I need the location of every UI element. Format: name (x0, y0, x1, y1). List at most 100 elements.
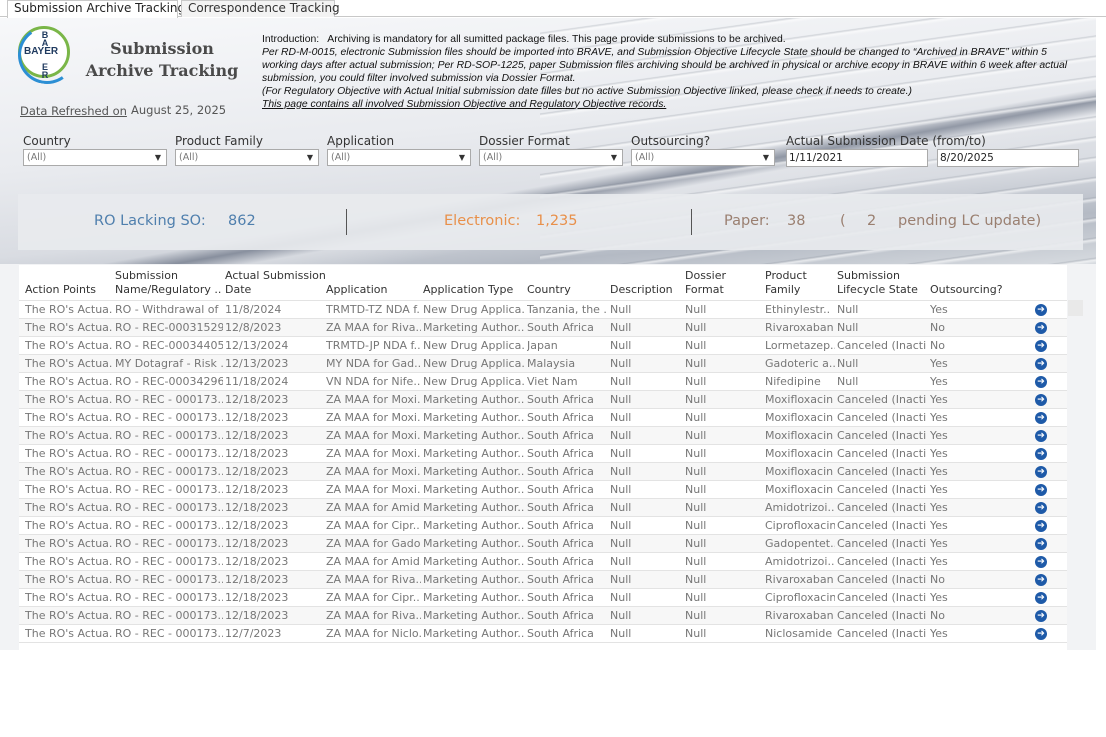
submission-table: Action Points Submission Name/Regulatory .… (19, 265, 1067, 650)
arrow-circle-right-icon[interactable]: ➔ (1035, 538, 1047, 550)
column-header-line1: Submission (837, 269, 900, 282)
table-row[interactable]: The RO's Actua.. RO - REC - 000173.. 12/7/… (19, 625, 1067, 643)
column-header-actual-submission-date[interactable]: Actual Submission Date (225, 269, 326, 297)
arrow-circle-right-icon[interactable]: ➔ (1035, 466, 1047, 478)
column-header-application[interactable]: Application (326, 269, 387, 297)
cell-country: South Africa (527, 591, 594, 604)
arrow-circle-right-icon[interactable]: ➔ (1035, 502, 1047, 514)
column-header-outsourcing[interactable]: Outsourcing? (930, 269, 1003, 297)
arrow-circle-right-icon[interactable]: ➔ (1035, 376, 1047, 388)
table-row[interactable]: The RO's Actua.. RO - REC - 000173.. 12/18… (19, 589, 1067, 607)
cell-submission-name: RO - REC - 000173.. (115, 393, 223, 406)
column-header-application-type[interactable]: Application Type (423, 269, 513, 297)
cell-application-type: Marketing Author.. (423, 411, 525, 424)
arrow-circle-right-icon[interactable]: ➔ (1035, 412, 1047, 424)
cell-country: South Africa (527, 537, 594, 550)
country-value: (All) (27, 152, 47, 163)
table-row[interactable]: The RO's Actua.. RO - Withdrawal of .. 11/… (19, 301, 1067, 319)
product-family-value: (All) (179, 152, 199, 163)
arrow-circle-right-icon[interactable]: ➔ (1035, 574, 1047, 586)
table-row[interactable]: The RO's Actua.. RO - REC - 000173.. 12/18… (19, 499, 1067, 517)
arrow-circle-right-icon[interactable]: ➔ (1035, 322, 1047, 334)
cell-outsourcing: Yes (930, 537, 948, 550)
table-row[interactable]: The RO's Actua.. RO - REC-00034296.. 11/18… (19, 373, 1067, 391)
table-row[interactable]: The RO's Actua.. RO - REC - 000173.. 12/18… (19, 427, 1067, 445)
application-dropdown[interactable]: (All) ▼ (327, 149, 471, 166)
table-row[interactable]: The RO's Actua.. RO - REC - 000173.. 12/18… (19, 517, 1067, 535)
column-header-lifecycle-state[interactable]: Submission Lifecycle State (837, 269, 918, 297)
table-row[interactable]: The RO's Actua.. RO - REC - 000173.. 12/18… (19, 607, 1067, 625)
column-header-product-family[interactable]: Product Family (765, 269, 807, 297)
cell-action-points: The RO's Actua.. (25, 555, 113, 568)
cell-submission-name: RO - REC - 000173.. (115, 501, 223, 514)
table-row[interactable]: The RO's Actua.. RO - REC - 000173.. 12/18… (19, 445, 1067, 463)
table-row[interactable]: The RO's Actua.. RO - REC - 000173.. 12/18… (19, 391, 1067, 409)
column-header-line1: Actual Submission (225, 269, 326, 282)
cell-action-points: The RO's Actua.. (25, 591, 113, 604)
cell-lifecycle-state: Canceled (Inacti.. (837, 519, 927, 532)
cell-description: Null (610, 591, 632, 604)
tab-correspondence-tracking[interactable]: Correspondence Tracking (181, 0, 340, 17)
country-dropdown[interactable]: (All) ▼ (23, 149, 167, 166)
cell-country: South Africa (527, 429, 594, 442)
cell-country: South Africa (527, 465, 594, 478)
cell-product-family: Moxifloxacin (765, 447, 834, 460)
cell-outsourcing: Yes (930, 627, 948, 640)
cell-submission-name: RO - REC - 000173.. (115, 429, 223, 442)
product-family-filter: Product Family (All) ▼ (175, 134, 319, 166)
cell-application: ZA MAA for Moxi.. (326, 411, 421, 424)
cell-product-family: Moxifloxacin (765, 393, 834, 406)
dashboard: BAYER BAER Submission Archive Tracking D… (0, 18, 1096, 650)
cell-country: Tanzania, the .. (527, 303, 608, 316)
cell-submission-name: RO - REC-00031529.. (115, 321, 223, 334)
arrow-circle-right-icon[interactable]: ➔ (1035, 592, 1047, 604)
table-row[interactable]: The RO's Actua.. RO - REC - 000173.. 12/18… (19, 553, 1067, 571)
arrow-circle-right-icon[interactable]: ➔ (1035, 394, 1047, 406)
date-from-input[interactable]: 1/11/2021 (786, 149, 928, 167)
arrow-circle-right-icon[interactable]: ➔ (1035, 448, 1047, 460)
arrow-circle-right-icon[interactable]: ➔ (1035, 610, 1047, 622)
arrow-circle-right-icon[interactable]: ➔ (1035, 628, 1047, 640)
table-row[interactable]: The RO's Actua.. RO - REC-00031529.. 12/8/… (19, 319, 1067, 337)
cell-application: ZA MAA for Moxi.. (326, 465, 421, 478)
dossier-format-dropdown[interactable]: (All) ▼ (479, 149, 623, 166)
cell-application: MY NDA for Gad.. (326, 357, 421, 370)
table-row[interactable]: The RO's Actua.. RO - REC - 000173.. 12/18… (19, 481, 1067, 499)
outsourcing-dropdown[interactable]: (All) ▼ (631, 149, 775, 166)
table-row[interactable]: The RO's Actua.. MY Dotagraf - Risk .. 12/… (19, 355, 1067, 373)
table-row[interactable]: The RO's Actua.. RO - REC - 000173.. 12/18… (19, 409, 1067, 427)
column-header-action-points[interactable]: Action Points (25, 269, 96, 297)
table-row[interactable]: The RO's Actua.. RO - REC-00034405.. 12/13… (19, 337, 1067, 355)
cell-actual-submission-date: 11/18/2024 (225, 375, 289, 388)
cell-application: VN NDA for Nife.. (326, 375, 421, 388)
column-header-line1: Product (765, 269, 807, 282)
arrow-circle-right-icon[interactable]: ➔ (1035, 340, 1047, 352)
table-row[interactable]: The RO's Actua.. RO - REC - 000173.. 12/18… (19, 535, 1067, 553)
column-header-dossier-format[interactable]: Dossier Format (685, 269, 726, 297)
column-header-description[interactable]: Description (610, 269, 673, 297)
cell-outsourcing: No (930, 609, 945, 622)
table-row[interactable]: The RO's Actua.. RO - REC - 000173.. 12/18… (19, 571, 1067, 589)
product-family-dropdown[interactable]: (All) ▼ (175, 149, 319, 166)
arrow-circle-right-icon[interactable]: ➔ (1035, 556, 1047, 568)
arrow-circle-right-icon[interactable]: ➔ (1035, 484, 1047, 496)
arrow-circle-right-icon[interactable]: ➔ (1035, 520, 1047, 532)
column-header-submission-name[interactable]: Submission Name/Regulatory .. (115, 269, 221, 297)
arrow-circle-right-icon[interactable]: ➔ (1035, 430, 1047, 442)
table-scrollbar[interactable] (1068, 300, 1083, 316)
cell-application-type: Marketing Author.. (423, 627, 525, 640)
arrow-circle-right-icon[interactable]: ➔ (1035, 358, 1047, 370)
cell-application-type: Marketing Author.. (423, 429, 525, 442)
tab-submission-archive-tracking[interactable]: Submission Archive Tracking (7, 0, 185, 18)
date-to-input[interactable]: 8/20/2025 (937, 149, 1079, 167)
cell-description: Null (610, 339, 632, 352)
column-header-country[interactable]: Country (527, 269, 571, 297)
arrow-circle-right-icon[interactable]: ➔ (1035, 304, 1047, 316)
cell-actual-submission-date: 12/18/2023 (225, 411, 289, 424)
cell-outsourcing: Yes (930, 447, 948, 460)
cell-lifecycle-state: Canceled (Inacti.. (837, 411, 927, 424)
cell-application-type: Marketing Author.. (423, 321, 525, 334)
cell-actual-submission-date: 12/13/2024 (225, 339, 289, 352)
table-row[interactable]: The RO's Actua.. RO - REC - 000173.. 12/18… (19, 463, 1067, 481)
kpi-divider (346, 209, 347, 235)
